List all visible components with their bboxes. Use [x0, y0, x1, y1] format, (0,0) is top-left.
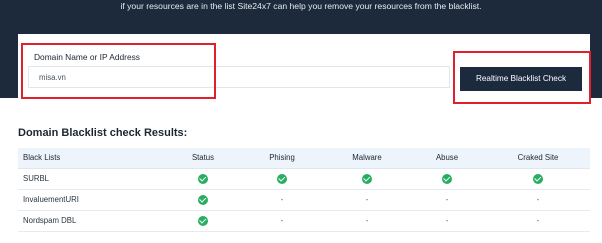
check-circle-icon [362, 173, 372, 184]
dash-value: - [280, 216, 284, 225]
dash-value: - [365, 216, 369, 225]
cell-phising: - [238, 210, 326, 232]
table-row: InvaluementURI - - - - [18, 189, 590, 211]
table-row: SURBL [18, 168, 590, 190]
table-row: Nordspam DBL - - - - [18, 210, 590, 232]
cell-phising [238, 168, 326, 190]
cell-status [168, 210, 238, 232]
cell-abuse: - [408, 189, 486, 211]
dash-value: - [536, 216, 540, 225]
domain-field-label: Domain Name or IP Address [34, 52, 140, 62]
table-header-row: Black Lists Status Phising Malware Abuse… [18, 148, 590, 169]
check-circle-icon [442, 173, 452, 184]
cell-abuse [408, 168, 486, 190]
page: if your resources are in the list Site24… [0, 0, 602, 243]
column-header-abuse: Abuse [408, 148, 486, 169]
results-table: Black Lists Status Phising Malware Abuse… [18, 148, 590, 232]
blacklist-name: Nordspam DBL [18, 210, 168, 232]
results-title: Domain Blacklist check Results: [18, 127, 188, 139]
cell-craked-site [486, 168, 590, 190]
dash-value: - [280, 195, 284, 204]
check-circle-icon [533, 173, 543, 184]
column-header-malware: Malware [326, 148, 408, 169]
cell-malware: - [326, 189, 408, 211]
dash-value: - [536, 195, 540, 204]
check-circle-icon [277, 173, 287, 184]
cell-phising: - [238, 189, 326, 211]
column-header-status: Status [168, 148, 238, 169]
dash-value: - [365, 195, 369, 204]
check-circle-icon [198, 215, 208, 226]
check-circle-icon [198, 194, 208, 205]
blacklist-name: InvaluementURI [18, 189, 168, 211]
column-header-black-lists: Black Lists [18, 148, 168, 169]
dash-value: - [445, 216, 449, 225]
cell-status [168, 189, 238, 211]
column-header-phising: Phising [238, 148, 326, 169]
results-body: SURBL InvaluementURI - - - - Nordspam DBL - - - - [18, 168, 590, 232]
cell-abuse: - [408, 210, 486, 232]
hero-description: if your resources are in the list Site24… [120, 1, 482, 11]
check-circle-icon [198, 173, 208, 184]
column-header-craked-site: Craked Site [486, 148, 590, 169]
cell-craked-site: - [486, 189, 590, 211]
cell-malware [326, 168, 408, 190]
dash-value: - [445, 195, 449, 204]
realtime-blacklist-check-button[interactable]: Realtime Blacklist Check [460, 67, 582, 91]
cell-malware: - [326, 210, 408, 232]
cell-status [168, 168, 238, 190]
cell-craked-site: - [486, 210, 590, 232]
domain-input[interactable] [28, 66, 450, 88]
blacklist-name: SURBL [18, 168, 168, 190]
